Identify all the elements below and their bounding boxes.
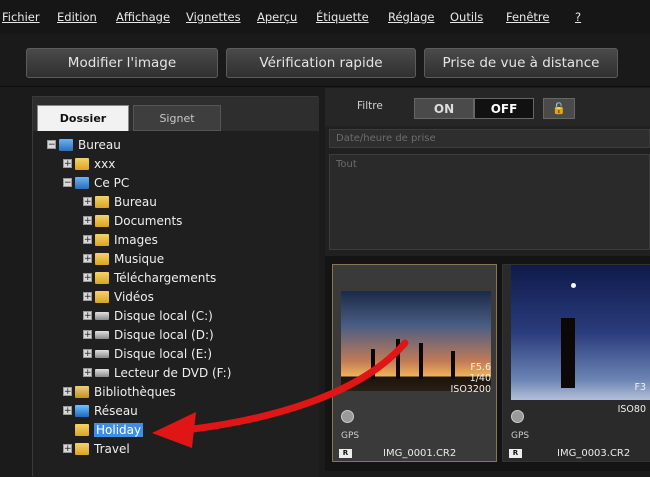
tab-signet[interactable]: Signet — [133, 105, 221, 131]
tree-item-xxx[interactable]: + xxx — [63, 154, 115, 173]
raw-badge-icon: R — [339, 449, 352, 458]
thumbnail-img-0003[interactable]: F3 ISO80 GPS R IMG_0003.CR2 — [502, 264, 650, 462]
photo-night-baobab — [511, 265, 650, 400]
aperture-value: F3 — [634, 382, 646, 393]
menu-outils[interactable]: Outils — [450, 10, 483, 24]
filter-on-button[interactable]: ON — [414, 98, 474, 119]
folder-icon — [75, 442, 89, 455]
remote-shooting-button[interactable]: Prise de vue à distance — [424, 48, 618, 78]
menu-apercu[interactable]: Aperçu — [257, 10, 297, 24]
folder-icon — [95, 290, 109, 303]
expand-icon[interactable]: + — [83, 311, 92, 321]
expand-icon[interactable]: + — [83, 368, 92, 378]
collapse-icon[interactable]: − — [47, 140, 56, 150]
network-icon — [75, 404, 89, 417]
tree-item-telechargements[interactable]: + Téléchargements — [83, 268, 216, 287]
menu-vignettes[interactable]: Vignettes — [186, 10, 241, 24]
expand-icon[interactable]: + — [63, 387, 72, 397]
collapse-icon[interactable]: − — [63, 178, 72, 188]
tree-item-bureau-root[interactable]: − Bureau — [47, 135, 121, 154]
folder-icon — [95, 195, 109, 208]
tree-item-dvd-f[interactable]: + Lecteur de DVD (F:) — [83, 363, 231, 382]
computer-icon — [59, 138, 73, 151]
tree-item-disque-e[interactable]: + Disque local (E:) — [83, 344, 212, 363]
tree-item-bibliotheques[interactable]: + Bibliothèques — [63, 382, 176, 401]
edit-image-button[interactable]: Modifier l'image — [26, 48, 218, 78]
folder-icon — [95, 252, 109, 265]
folder-icon — [75, 157, 89, 170]
gps-label: GPS — [511, 431, 530, 441]
iso-value: ISO80 — [617, 404, 646, 415]
raw-badge-icon: R — [509, 449, 522, 458]
expand-icon[interactable]: + — [83, 330, 92, 340]
tab-dossier[interactable]: Dossier — [37, 105, 129, 131]
expand-icon[interactable]: + — [83, 216, 92, 226]
filter-off-button[interactable]: OFF — [474, 98, 534, 119]
expand-icon[interactable]: + — [83, 235, 92, 245]
folder-icon — [95, 271, 109, 284]
thumbnail-img-0001[interactable]: F5.6 1/40 ISO3200 GPS R IMG_0001.CR2 — [332, 264, 497, 462]
lock-icon[interactable]: 🔓 — [543, 98, 575, 119]
expand-icon[interactable]: + — [83, 254, 92, 264]
quick-check-button[interactable]: Vérification rapide — [226, 48, 416, 78]
tree-item-holiday[interactable]: Holiday — [75, 420, 144, 439]
browser-panel: Filtre ON OFF 🔓 Date/heure de prise Tout… — [325, 88, 650, 471]
tree-item-disque-d[interactable]: + Disque local (D:) — [83, 325, 214, 344]
toolbar: Modifier l'image Vérification rapide Pri… — [0, 34, 650, 87]
menu-reglage[interactable]: Réglage — [388, 10, 434, 24]
expand-icon[interactable]: + — [83, 292, 92, 302]
date-filter-field[interactable]: Date/heure de prise — [329, 129, 650, 148]
drive-icon — [95, 349, 109, 358]
gps-label: GPS — [341, 431, 360, 441]
drive-icon — [95, 330, 109, 339]
expand-icon[interactable]: + — [63, 159, 72, 169]
expand-icon[interactable]: + — [83, 349, 92, 359]
thumbnail-area: F5.6 1/40 ISO3200 GPS R IMG_0001.CR2 F3 … — [325, 256, 650, 471]
folder-icon — [95, 233, 109, 246]
folder-tree: − Bureau + xxx − Ce PC + Bureau + Docume… — [33, 131, 319, 477]
menu-help[interactable]: ? — [575, 10, 581, 24]
tree-item-musique[interactable]: + Musique — [83, 249, 164, 268]
tree-item-disque-c[interactable]: + Disque local (C:) — [83, 306, 213, 325]
menu-fenetre[interactable]: Fenêtre — [506, 10, 549, 24]
menu-fichier[interactable]: Fichier — [2, 10, 40, 24]
rating-dot-icon — [341, 410, 354, 423]
tree-item-travel[interactable]: + Travel — [63, 439, 130, 458]
folder-icon — [75, 423, 89, 436]
iso-value: ISO3200 — [450, 384, 492, 395]
menu-affichage[interactable]: Affichage — [116, 10, 170, 24]
tree-item-images[interactable]: + Images — [83, 230, 158, 249]
dvd-icon — [95, 368, 109, 377]
expand-icon[interactable]: + — [63, 406, 72, 416]
tree-item-ce-pc[interactable]: − Ce PC — [63, 173, 129, 192]
tree-item-bureau[interactable]: + Bureau — [83, 192, 157, 211]
photo-sunset-baobabs — [341, 291, 491, 391]
library-icon — [75, 385, 89, 398]
panel-tabs: Dossier Signet — [33, 97, 319, 131]
expand-icon[interactable]: + — [63, 444, 72, 454]
thumbnail-filename: IMG_0001.CR2 — [383, 448, 457, 459]
menu-bar: Fichier Edition Affichage Vignettes Aper… — [0, 0, 650, 34]
tree-item-documents[interactable]: + Documents — [83, 211, 182, 230]
expand-icon[interactable]: + — [83, 197, 92, 207]
filter-bar: Filtre ON OFF 🔓 — [325, 88, 650, 126]
computer-icon — [75, 176, 89, 189]
folder-panel: Dossier Signet − Bureau + xxx − Ce PC + … — [32, 96, 319, 477]
drive-icon — [95, 311, 109, 320]
thumbnail-filename: IMG_0003.CR2 — [557, 448, 631, 459]
all-filter-list[interactable]: Tout — [329, 154, 650, 250]
folder-icon — [95, 214, 109, 227]
menu-edition[interactable]: Edition — [57, 10, 97, 24]
expand-icon[interactable]: + — [83, 273, 92, 283]
tree-item-reseau[interactable]: + Réseau — [63, 401, 138, 420]
menu-etiquette[interactable]: Étiquette — [316, 10, 369, 24]
shutter-value: 1/40 — [469, 373, 491, 384]
aperture-value: F5.6 — [470, 362, 491, 373]
tree-item-videos[interactable]: + Vidéos — [83, 287, 154, 306]
filter-label: Filtre — [357, 100, 383, 112]
rating-dot-icon — [511, 410, 524, 423]
